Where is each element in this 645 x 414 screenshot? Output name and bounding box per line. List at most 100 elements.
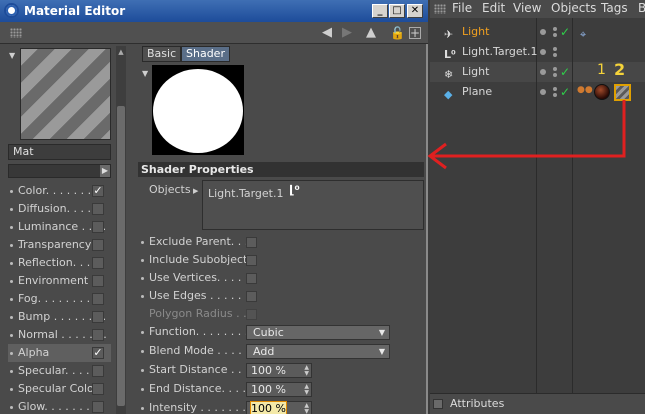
- object-row-light[interactable]: ✈ Light ⌖: [430, 22, 645, 42]
- channel-label[interactable]: Fog. . . . . . . . .: [18, 292, 97, 305]
- object-name[interactable]: Light.Target.1: [462, 42, 537, 62]
- object-name[interactable]: Light: [462, 62, 489, 82]
- scroll-up-icon[interactable]: ▲: [117, 48, 125, 56]
- forward-arrow-icon[interactable]: ▶: [342, 25, 352, 41]
- object-name[interactable]: Light: [462, 22, 489, 42]
- channel-item[interactable]: Alpha ✓: [8, 344, 111, 362]
- scroll-thumb[interactable]: [117, 106, 125, 406]
- objects-list-box[interactable]: Light.Target.1 ⌊⁰: [202, 180, 424, 230]
- channel-item[interactable]: Luminance . . . . .: [8, 218, 111, 251]
- up-arrow-icon[interactable]: ▲: [366, 25, 376, 41]
- check-icon[interactable]: ✓: [560, 62, 570, 82]
- material-tag-icon[interactable]: [594, 84, 610, 100]
- channel-checkbox[interactable]: [92, 329, 104, 341]
- channel-item[interactable]: Glow. . . . . . . .: [8, 398, 111, 414]
- stepper-icon[interactable]: ▲ ▼: [304, 384, 309, 396]
- channel-item[interactable]: Reflection. . . . .: [8, 254, 111, 272]
- expand-triangle-icon[interactable]: ▶: [193, 183, 198, 199]
- minimize-button[interactable]: _: [372, 4, 388, 18]
- object-name[interactable]: Plane: [462, 82, 492, 102]
- channel-item[interactable]: Normal . . . . . . .: [8, 326, 111, 344]
- material-channel-selector[interactable]: ▶: [8, 164, 111, 178]
- object-row-light-2[interactable]: ❄ Light ✓: [430, 62, 645, 82]
- new-panel-icon[interactable]: +: [409, 27, 421, 39]
- menu-triangle-icon[interactable]: ▼: [142, 66, 148, 82]
- menu-objects[interactable]: Objects: [551, 0, 596, 16]
- selected-material-tag-icon[interactable]: [614, 84, 631, 101]
- end-distance-input[interactable]: 100 % ▲ ▼: [246, 382, 312, 397]
- object-row-plane[interactable]: ◆ Plane ✓: [430, 82, 645, 102]
- tab-shader[interactable]: Shader: [181, 46, 230, 62]
- channel-item[interactable]: Fog. . . . . . . . .: [8, 290, 111, 308]
- channel-checkbox[interactable]: [92, 401, 104, 413]
- channel-item[interactable]: Bump . . . . . . . .: [8, 308, 111, 326]
- exclude-parent-checkbox[interactable]: [246, 237, 257, 248]
- channel-checkbox[interactable]: [92, 239, 104, 251]
- use-vertices-row: Use Vertices. . . . .: [138, 269, 424, 287]
- start-distance-input[interactable]: 100 % ▲ ▼: [246, 363, 312, 378]
- channel-dot: [10, 280, 13, 283]
- channel-checkbox[interactable]: ✓: [92, 185, 104, 197]
- tab-basic[interactable]: Basic: [142, 46, 182, 62]
- use-vertices-checkbox[interactable]: [246, 273, 257, 284]
- channel-checkbox[interactable]: ✓: [92, 347, 104, 359]
- menu-edit[interactable]: Edit: [482, 0, 505, 16]
- channel-label[interactable]: Transparency: [18, 238, 91, 251]
- menu-file[interactable]: File: [452, 0, 472, 16]
- channel-item[interactable]: Color. . . . . . . . ✓: [8, 182, 111, 200]
- check-icon[interactable]: ✓: [560, 82, 570, 102]
- grip-icon[interactable]: [434, 4, 446, 14]
- channel-label[interactable]: Color. . . . . . . .: [18, 184, 98, 197]
- channel-label[interactable]: Specular Color: [18, 382, 98, 395]
- channel-checkbox[interactable]: [92, 311, 104, 323]
- object-row-light-target[interactable]: L⁰ Light.Target.1: [430, 42, 645, 62]
- channel-item[interactable]: Specular. . . . . .: [8, 362, 111, 380]
- phong-tag-icon[interactable]: ●●: [577, 85, 593, 95]
- stepper-icon[interactable]: ▲ ▼: [304, 365, 309, 377]
- menu-view[interactable]: View: [513, 0, 541, 16]
- channel-checkbox[interactable]: [92, 257, 104, 269]
- channel-item[interactable]: Specular Color: [8, 380, 111, 398]
- stepper-icon[interactable]: ▲ ▼: [304, 403, 309, 414]
- screen: Material Editor _ □ ✕ ◀ ▶ ▲ 🔓 + ▼ Mat ▶ …: [0, 0, 645, 414]
- close-button[interactable]: ✕: [407, 4, 423, 18]
- attributes-checkbox[interactable]: [433, 399, 443, 409]
- include-subobjects-checkbox[interactable]: [246, 255, 257, 266]
- menu-triangle-icon[interactable]: ▼: [9, 48, 15, 64]
- channel-dot: [10, 352, 13, 355]
- channel-checkbox[interactable]: [92, 275, 104, 287]
- attributes-bar: Attributes: [430, 393, 645, 414]
- use-edges-checkbox[interactable]: [246, 291, 257, 302]
- back-arrow-icon[interactable]: ◀: [322, 25, 332, 41]
- material-name-field[interactable]: Mat: [8, 144, 111, 160]
- channel-checkbox[interactable]: [92, 293, 104, 305]
- arrow-right-icon[interactable]: ▶: [100, 165, 110, 177]
- channel-checkbox[interactable]: [92, 383, 104, 395]
- left-scrollbar[interactable]: ▲: [116, 46, 126, 414]
- channel-checkbox[interactable]: [92, 221, 104, 233]
- window-titlebar[interactable]: Material Editor: [0, 0, 428, 22]
- function-dropdown[interactable]: Cubic ▼: [246, 325, 390, 340]
- object-entry[interactable]: Light.Target.1: [208, 187, 283, 200]
- grip-icon[interactable]: [10, 28, 22, 38]
- blend-mode-row: Blend Mode . . . . . Add ▼: [138, 342, 424, 360]
- menu-more[interactable]: B: [638, 0, 645, 16]
- channel-checkbox[interactable]: [92, 365, 104, 377]
- maximize-button[interactable]: □: [389, 4, 405, 18]
- channel-label[interactable]: Alpha: [18, 346, 49, 359]
- check-icon[interactable]: ✓: [560, 22, 580, 42]
- channel-item[interactable]: Diffusion. . . . . .: [8, 200, 111, 218]
- channel-dot: [10, 388, 13, 391]
- channel-label[interactable]: Specular. . . . . .: [18, 364, 104, 377]
- lock-icon[interactable]: 🔓: [390, 25, 405, 41]
- blend-mode-dropdown[interactable]: Add ▼: [246, 344, 390, 359]
- channel-dot: [10, 316, 13, 319]
- channel-item[interactable]: Transparency: [8, 236, 111, 254]
- channel-label[interactable]: Environment: [18, 274, 88, 287]
- channel-label[interactable]: Glow. . . . . . . .: [18, 400, 97, 413]
- channel-item[interactable]: Environment: [8, 272, 111, 290]
- channel-checkbox[interactable]: [92, 203, 104, 215]
- intensity-input[interactable]: 100 % ▲ ▼: [246, 401, 312, 414]
- menu-tags[interactable]: Tags: [601, 0, 628, 16]
- object-manager-menubar: File Edit View Objects Tags B: [430, 0, 645, 18]
